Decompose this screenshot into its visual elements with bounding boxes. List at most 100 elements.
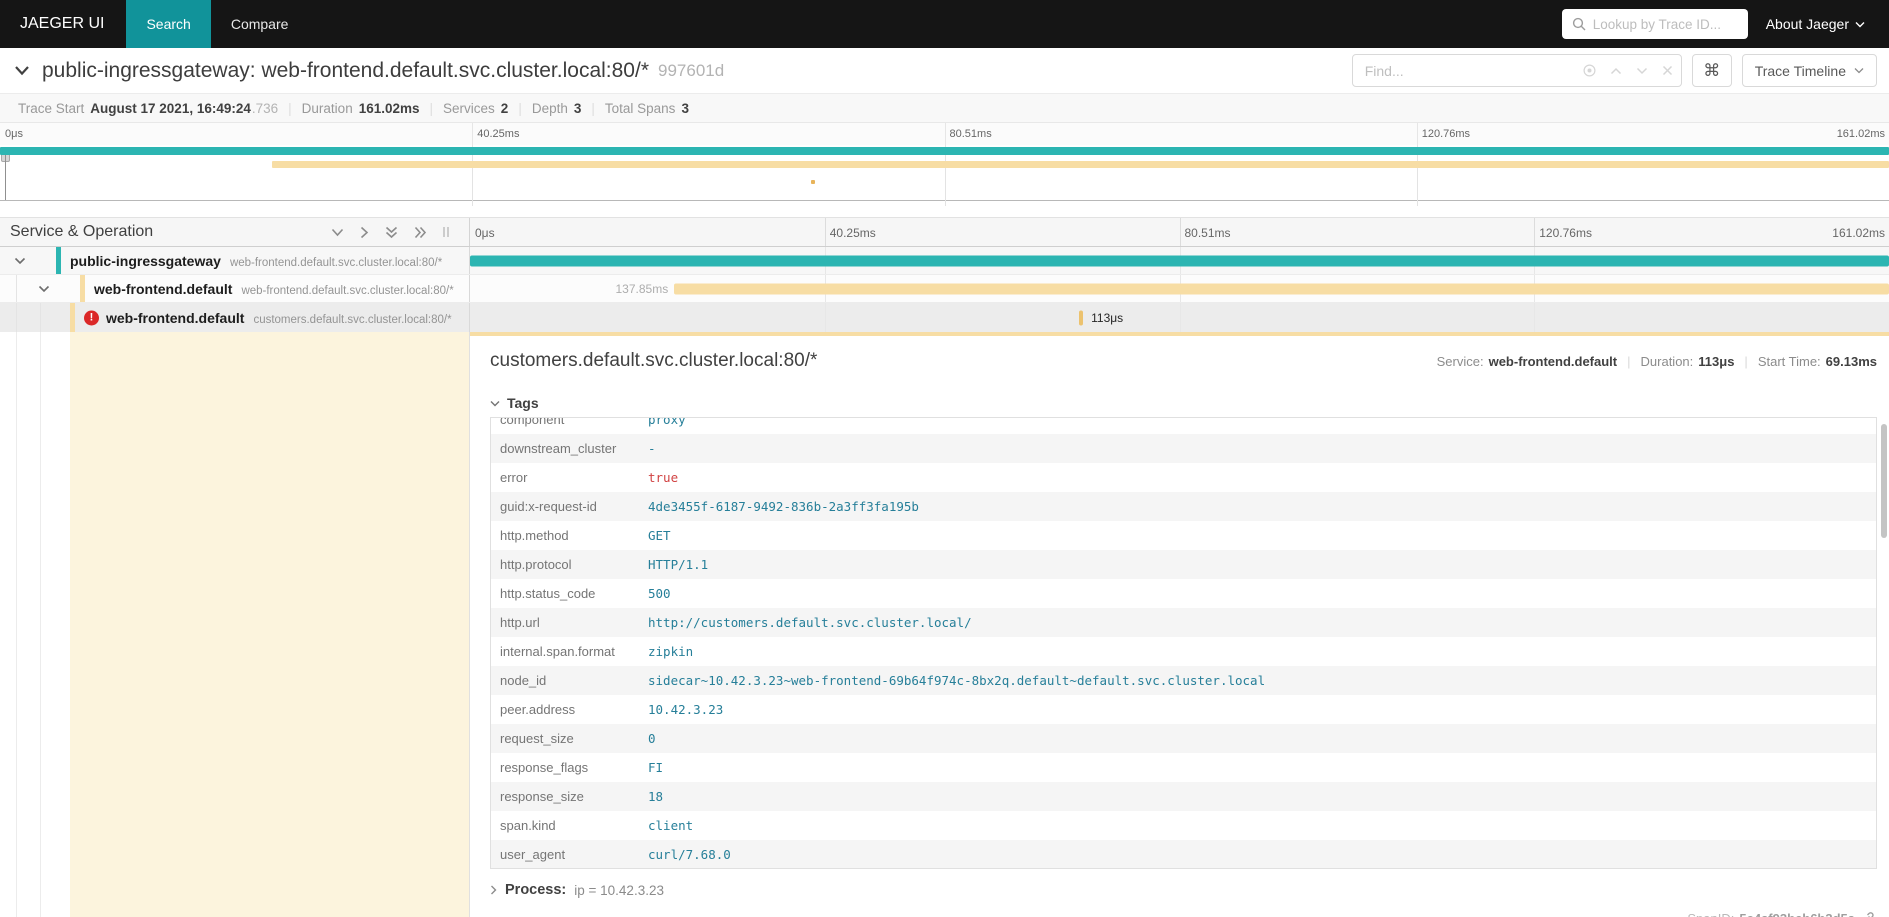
expand-one-icon[interactable] (360, 226, 369, 239)
tick-label: 40.25ms (830, 218, 876, 248)
prev-match-icon[interactable] (1610, 67, 1622, 75)
jaeger-logo[interactable]: JAEGER UI (0, 0, 126, 48)
keyboard-shortcuts-button[interactable]: ⌘ (1692, 54, 1732, 87)
tag-row-component[interactable]: componentproxy (491, 417, 1876, 434)
span-row-public-ingressgateway[interactable]: public-ingressgatewayweb-frontend.defaul… (0, 247, 1889, 275)
about-jaeger-label: About Jaeger (1766, 16, 1849, 32)
nav-tab-search[interactable]: Search (126, 0, 210, 48)
tags-scrollbar-thumb[interactable] (1881, 424, 1887, 538)
find-box[interactable] (1352, 54, 1682, 87)
minimap-tick-labels: 0μs40.25ms80.51ms120.76ms161.02ms (0, 123, 1889, 145)
tag-row-user_agent[interactable]: user_agentcurl/7.68.0 (491, 840, 1876, 869)
tag-value: curl/7.68.0 (648, 840, 731, 869)
span-row-web-frontend[interactable]: web-frontend.defaultweb-frontend.default… (0, 275, 1889, 303)
span-bar-cell[interactable]: 113μs (470, 303, 1889, 332)
span-bar-cell[interactable] (470, 247, 1889, 274)
tags-list: componentproxydownstream_cluster-errortr… (491, 417, 1876, 869)
total-spans-value: 3 (681, 101, 689, 116)
tag-row-internal.span.format[interactable]: internal.span.formatzipkin (491, 637, 1876, 666)
chevron-down-icon[interactable] (14, 257, 26, 265)
meta-divider: | (1627, 354, 1630, 369)
error-icon: ! (84, 310, 99, 325)
trace-id-search[interactable] (1562, 9, 1748, 39)
tag-row-response_size[interactable]: response_size18 (491, 782, 1876, 811)
tag-row-http.url[interactable]: http.urlhttp://customers.default.svc.clu… (491, 608, 1876, 637)
tag-row-downstream_cluster[interactable]: downstream_cluster- (491, 434, 1876, 463)
tag-row-response_flags[interactable]: response_flagsFI (491, 753, 1876, 782)
column-resizer-grip[interactable] (443, 227, 449, 237)
tag-row-error[interactable]: errortrue (491, 463, 1876, 492)
minimap-left-scrubber-line (5, 148, 6, 200)
span-row-web-frontend-customers[interactable]: ! web-frontend.defaultcustomers.default.… (0, 303, 1889, 332)
trace-view-selector-label: Trace Timeline (1755, 63, 1846, 79)
tag-row-http.status_code[interactable]: http.status_code500 (491, 579, 1876, 608)
indent-guide (16, 275, 17, 302)
tick-label: 120.76ms (1422, 123, 1470, 145)
operation-label: web-frontend.default.svc.cluster.local:8… (241, 285, 453, 297)
detail-start-time-label: Start Time: (1758, 354, 1821, 369)
detail-service-label: Service: (1437, 354, 1484, 369)
tag-value: GET (648, 521, 671, 550)
tag-row-node_id[interactable]: node_idsidecar~10.42.3.23~web-frontend-6… (491, 666, 1876, 695)
span-bar[interactable] (1079, 310, 1083, 325)
collapse-one-icon[interactable] (331, 228, 344, 237)
tag-value: 0 (648, 724, 656, 753)
trace-view-selector[interactable]: Trace Timeline (1742, 54, 1877, 87)
tick-label: 161.02ms (1837, 123, 1885, 145)
tag-key: http.protocol (500, 550, 648, 579)
tick-label: 0μs (5, 123, 23, 145)
span-bar[interactable] (674, 283, 1889, 294)
span-duration-label: 113μs (1091, 311, 1123, 325)
tag-key: span.kind (500, 811, 648, 840)
collapse-all-icon[interactable] (385, 226, 398, 239)
tag-value: http://customers.default.svc.cluster.loc… (648, 608, 972, 637)
tag-key: http.url (500, 608, 648, 637)
next-match-icon[interactable] (1636, 67, 1648, 75)
process-accordion-header[interactable]: Process: ip = 10.42.3.23 (490, 882, 1877, 898)
span-color-bar (56, 247, 61, 274)
tag-row-peer.address[interactable]: peer.address10.42.3.23 (491, 695, 1876, 724)
nav-right: About Jaeger (1562, 0, 1889, 48)
total-spans-label: Total Spans (605, 101, 676, 116)
depth-label: Depth (532, 101, 568, 116)
operation-label: customers.default.svc.cluster.local:80/* (253, 314, 451, 326)
span-id-footer: SpanID: 5e4af93bcb6b3d5a (1687, 911, 1875, 917)
span-name-cell: ! web-frontend.defaultcustomers.default.… (0, 303, 470, 332)
span-bar-cell[interactable]: 137.85ms (470, 275, 1889, 302)
find-input[interactable] (1365, 63, 1583, 79)
summary-duration: Duration 161.02ms (292, 101, 430, 116)
tag-value: 10.42.3.23 (648, 695, 723, 724)
tick-gridline (472, 123, 473, 145)
minimap[interactable] (0, 145, 1889, 206)
collapse-trace-chevron-icon[interactable] (14, 65, 30, 76)
tag-row-http.method[interactable]: http.methodGET (491, 521, 1876, 550)
focus-match-icon[interactable] (1583, 64, 1596, 77)
detail-duration-label: Duration: (1641, 354, 1694, 369)
about-jaeger-menu[interactable]: About Jaeger (1766, 16, 1865, 32)
detail-service-value: web-frontend.default (1489, 354, 1618, 369)
summary-services: Services 2 (433, 101, 518, 116)
tags-table: componentproxydownstream_cluster-errortr… (490, 417, 1877, 869)
clear-find-icon[interactable] (1662, 65, 1673, 76)
tag-row-request_size[interactable]: request_size0 (491, 724, 1876, 753)
expand-all-icon[interactable] (414, 226, 427, 239)
tick-gridline (1180, 303, 1181, 332)
chevron-right-icon (490, 885, 497, 895)
tags-accordion-header[interactable]: Tags (490, 394, 1877, 412)
tag-row-span.kind[interactable]: span.kindclient (491, 811, 1876, 840)
chevron-down-icon[interactable] (38, 285, 50, 293)
top-nav: JAEGER UI Search Compare About Jaeger (0, 0, 1889, 48)
link-icon[interactable] (1860, 911, 1875, 917)
span-service-name: public-ingressgatewayweb-frontend.defaul… (70, 253, 442, 269)
trace-start-value: August 17 2021, 16:49:24 (90, 101, 251, 116)
tag-row-guid:x-request-id[interactable]: guid:x-request-id4de3455f-6187-9492-836b… (491, 492, 1876, 521)
tag-key: error (500, 463, 648, 492)
span-bar[interactable] (470, 255, 1889, 266)
tick-label: 80.51ms (1185, 218, 1231, 248)
tag-row-http.protocol[interactable]: http.protocolHTTP/1.1 (491, 550, 1876, 579)
trace-id-search-input[interactable] (1593, 17, 1738, 32)
jaeger-trace-page: JAEGER UI Search Compare About Jaeger pu… (0, 0, 1889, 917)
nav-tab-compare[interactable]: Compare (211, 0, 309, 48)
summary-trace-start: Trace Start August 17 2021, 16:49:24 .73… (8, 101, 288, 116)
tag-value: true (648, 463, 678, 492)
